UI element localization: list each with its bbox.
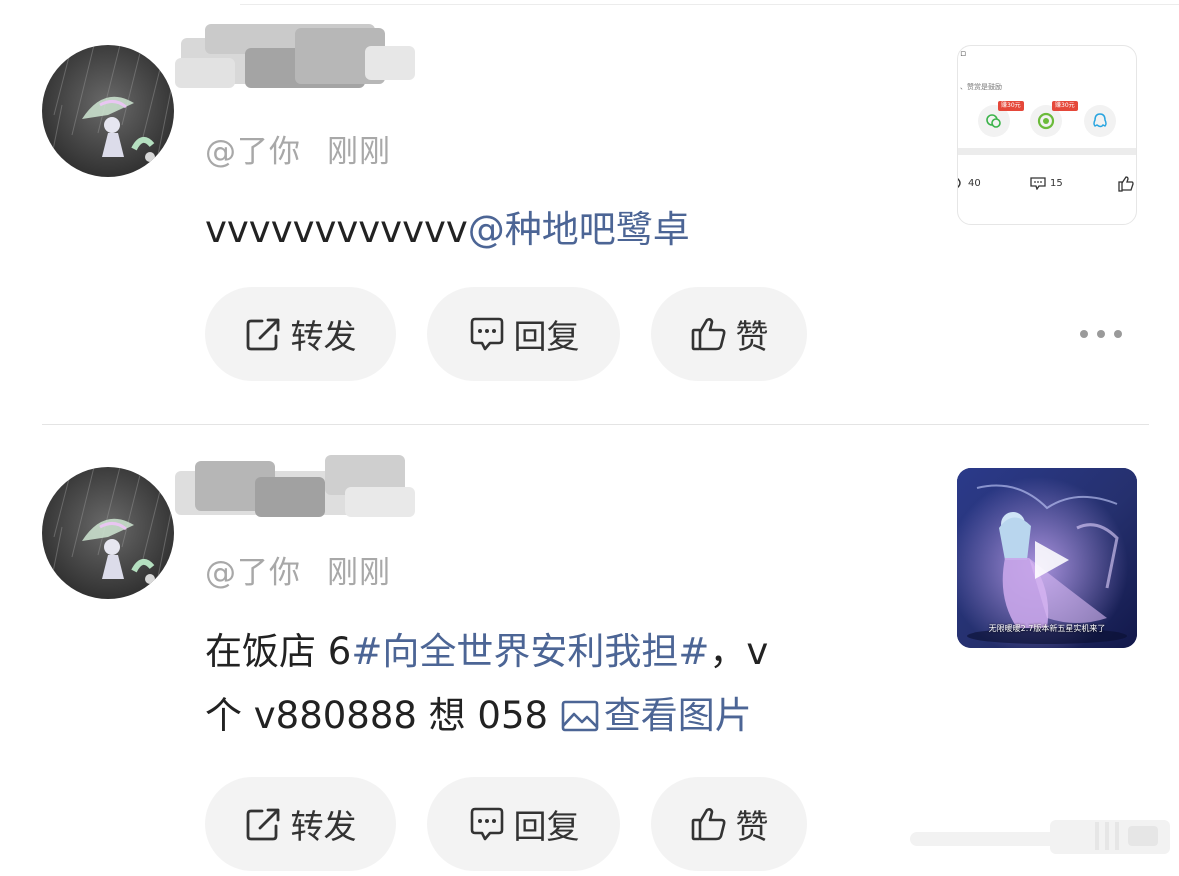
repost-button[interactable]: 转发 — [205, 777, 396, 871]
username-blurred — [175, 455, 415, 517]
feed-item: @了你 刚刚 vvvvvvvvvvvv@种地吧鹭卓 转发 回复 赞 ▫ 、赞赏是… — [0, 0, 1179, 425]
thumb-caption: 、赞赏是鼓励 — [960, 83, 1002, 91]
post-time: 刚刚 — [327, 555, 391, 591]
thumb-stat: 15 — [1030, 176, 1063, 190]
like-icon — [691, 318, 725, 351]
image-icon — [561, 700, 599, 732]
like-label: 赞 — [735, 807, 769, 846]
thumb-stat: 40 — [958, 176, 981, 190]
more-icon[interactable] — [1080, 324, 1122, 344]
handle-text: @了你 — [205, 134, 301, 170]
post-content: vvvvvvvvvvvv@种地吧鹭卓 — [205, 198, 690, 262]
post-time: 刚刚 — [327, 134, 391, 170]
video-thumbnail[interactable]: 无限暖暖2.7版本新五星实机来了 — [957, 468, 1137, 648]
post-line-1: 在饭店 6#向全世界安利我担#，v — [205, 620, 768, 684]
repost-button[interactable]: 转发 — [205, 287, 396, 381]
user-handle: @了你 刚刚 — [205, 547, 391, 592]
thumb-stat-value: 15 — [1050, 177, 1063, 189]
post-line-2: 个 v880888 想 058 查看图片 — [205, 684, 768, 748]
post-text: ，v — [709, 630, 769, 673]
post-content: 在饭店 6#向全世界安利我担#，v 个 v880888 想 058 查看图片 — [205, 620, 768, 748]
view-images-label: 查看图片 — [603, 694, 752, 737]
thumb-stat-value: 40 — [968, 177, 981, 189]
reward-badge: 赚30元 — [1052, 101, 1078, 111]
comment-icon — [470, 807, 503, 841]
action-bar: 转发 回复 赞 — [205, 777, 807, 871]
repost-label: 转发 — [290, 317, 357, 356]
view-images-link[interactable]: 查看图片 — [560, 694, 752, 737]
like-label: 赞 — [735, 317, 769, 356]
repost-icon — [246, 318, 279, 351]
faint-watermark — [910, 820, 1170, 854]
user-handle: @了你 刚刚 — [205, 126, 391, 171]
mention-link[interactable]: @种地吧鹭卓 — [468, 208, 690, 251]
avatar[interactable] — [42, 45, 174, 177]
avatar[interactable] — [42, 467, 174, 599]
like-icon — [1118, 176, 1134, 192]
thumb-separator — [958, 148, 1136, 155]
like-button[interactable]: 赞 — [651, 287, 807, 381]
thumb-corner-mark: ▫ — [960, 49, 967, 59]
post-text: 在饭店 6 — [205, 630, 352, 673]
qq-icon — [1084, 105, 1116, 137]
comment-icon — [470, 317, 503, 351]
thumb-like — [1118, 176, 1134, 192]
topic-link[interactable]: #向全世界安利我担# — [351, 630, 709, 673]
post-text: 个 v880888 想 058 — [205, 694, 560, 737]
post-thumbnail[interactable]: ▫ 、赞赏是鼓励 赚30元 赚30元 40 15 — [957, 45, 1137, 225]
video-caption: 无限暖暖2.7版本新五星实机来了 — [988, 624, 1106, 633]
action-bar: 转发 回复 赞 — [205, 287, 807, 381]
like-icon — [691, 808, 725, 841]
handle-text: @了你 — [205, 555, 301, 591]
comment-button[interactable]: 回复 — [427, 287, 620, 381]
reward-badge: 赚30元 — [998, 101, 1024, 111]
feed-item: @了你 刚刚 在饭店 6#向全世界安利我担#，v 个 v880888 想 058 … — [0, 425, 1179, 876]
username-blurred — [175, 24, 415, 88]
comment-label: 回复 — [513, 807, 580, 846]
comment-icon — [1030, 177, 1046, 190]
comment-label: 回复 — [513, 317, 580, 356]
post-text: vvvvvvvvvvvv — [205, 208, 468, 251]
like-button[interactable]: 赞 — [651, 777, 807, 871]
repost-label: 转发 — [290, 807, 357, 846]
repost-icon — [246, 808, 279, 841]
comment-button[interactable]: 回复 — [427, 777, 620, 871]
play-icon[interactable] — [1027, 537, 1073, 583]
